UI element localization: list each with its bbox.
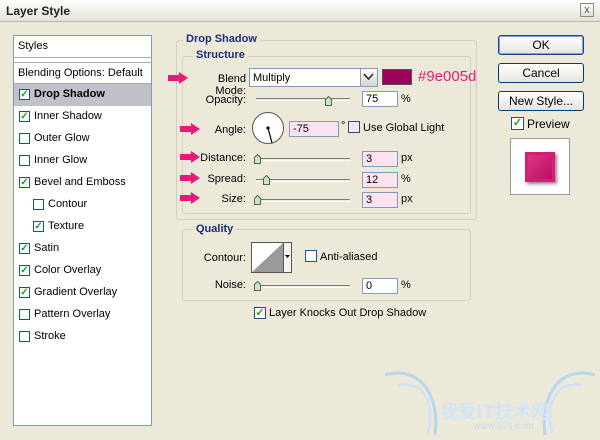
noise-input[interactable]: 0	[362, 278, 398, 294]
preview-box	[510, 138, 570, 195]
style-item-contour[interactable]: Contour	[14, 194, 151, 216]
distance-slider-track[interactable]	[256, 158, 350, 161]
size-slider-thumb-icon[interactable]	[254, 195, 261, 205]
style-item-label: Inner Shadow	[34, 110, 102, 122]
noise-label: Noise:	[214, 279, 246, 291]
shadow-color-swatch[interactable]	[382, 69, 412, 85]
style-checkbox[interactable]: ✓	[19, 243, 30, 254]
style-item-bevel-and-emboss[interactable]: ✓ Bevel and Emboss	[14, 172, 151, 194]
style-item-stroke[interactable]: Stroke	[14, 326, 151, 348]
angle-unit: °	[341, 120, 346, 132]
style-item-label: Gradient Overlay	[34, 286, 118, 298]
style-checkbox[interactable]	[19, 133, 30, 144]
distance-label: Distance:	[200, 152, 246, 164]
contour-picker[interactable]	[251, 242, 292, 273]
knocks-out-label: Layer Knocks Out Drop Shadow	[269, 307, 427, 319]
style-item-pattern-overlay[interactable]: Pattern Overlay	[14, 304, 151, 326]
noise-unit: %	[401, 279, 411, 291]
distance-slider-thumb-icon[interactable]	[254, 154, 261, 164]
preview-checkbox[interactable]: ✓	[511, 117, 524, 130]
drop-shadow-title: Drop Shadow	[183, 33, 260, 45]
opacity-input[interactable]: 75	[362, 91, 398, 107]
style-checkbox[interactable]: ✓	[19, 287, 30, 298]
size-slider-track[interactable]	[256, 199, 350, 202]
styles-list-panel: Styles Blending Options: Default ✓ Drop S…	[13, 35, 152, 426]
use-global-light-checkbox[interactable]	[348, 121, 360, 133]
opacity-unit: %	[401, 93, 411, 105]
style-checkbox[interactable]: ✓	[19, 89, 30, 100]
size-input[interactable]: 3	[362, 192, 398, 208]
style-item-label: Outer Glow	[34, 132, 90, 144]
preview-label: Preview	[527, 117, 570, 131]
angle-input[interactable]: -75	[289, 121, 339, 137]
blend-mode-select[interactable]: Multiply	[249, 68, 378, 87]
style-checkbox[interactable]	[19, 331, 30, 342]
blend-mode-value: Multiply	[253, 72, 291, 84]
size-unit: px	[401, 193, 413, 205]
spread-unit: %	[401, 173, 411, 185]
style-item-inner-shadow[interactable]: ✓ Inner Shadow	[14, 106, 151, 128]
close-button[interactable]: x	[580, 3, 594, 17]
style-checkbox[interactable]: ✓	[33, 221, 44, 232]
opacity-slider-thumb-icon[interactable]	[325, 96, 332, 106]
annotation-arrow-icon	[168, 72, 188, 84]
style-checkbox[interactable]: ✓	[19, 111, 30, 122]
size-label: Size:	[221, 193, 246, 205]
style-item-label: Pattern Overlay	[34, 308, 111, 320]
spread-slider-thumb-icon[interactable]	[263, 175, 270, 185]
style-item-label: Inner Glow	[34, 154, 88, 166]
distance-input[interactable]: 3	[362, 151, 398, 167]
noise-slider-thumb-icon[interactable]	[254, 281, 261, 291]
blending-options-item[interactable]: Blending Options: Default	[14, 62, 151, 84]
style-item-label: Color Overlay	[34, 264, 102, 276]
styles-header[interactable]: Styles	[14, 36, 151, 58]
opacity-slider-track[interactable]	[256, 98, 350, 101]
spread-input[interactable]: 12	[362, 172, 398, 188]
layer-style-dialog: Layer Style x Styles Blending Options: D…	[0, 0, 600, 440]
style-item-label: Bevel and Emboss	[34, 176, 126, 188]
style-item-label: Texture	[48, 220, 85, 232]
style-checkbox[interactable]	[19, 309, 30, 320]
style-item-inner-glow[interactable]: Inner Glow	[14, 150, 151, 172]
distance-unit: px	[401, 152, 413, 164]
window-title: Layer Style	[6, 4, 71, 18]
style-item-outer-glow[interactable]: Outer Glow	[14, 128, 151, 150]
color-annotation: #9e005d	[418, 68, 477, 85]
style-item-satin[interactable]: ✓ Satin	[14, 238, 151, 260]
style-item-label: Stroke	[34, 330, 66, 342]
style-item-drop-shadow[interactable]: ✓ Drop Shadow	[14, 84, 151, 106]
style-checkbox[interactable]	[19, 155, 30, 166]
style-item-label: Contour	[48, 198, 88, 210]
watermark-url: www.52ij.com	[473, 421, 535, 432]
style-item-texture[interactable]: ✓ Texture	[14, 216, 151, 238]
preview-swatch	[525, 152, 555, 182]
dropdown-arrow-button[interactable]	[360, 69, 377, 86]
use-global-light-label: Use Global Light	[363, 122, 445, 134]
anti-aliased-checkbox[interactable]	[305, 250, 317, 262]
style-item-color-overlay[interactable]: ✓ Color Overlay	[14, 260, 151, 282]
chevron-down-icon	[363, 73, 374, 81]
angle-label: Angle:	[214, 124, 246, 136]
noise-slider-track[interactable]	[256, 285, 350, 288]
style-checkbox[interactable]	[33, 199, 44, 210]
style-item-label: Drop Shadow	[34, 88, 105, 100]
spread-label: Spread:	[207, 173, 246, 185]
knocks-out-checkbox[interactable]: ✓	[254, 307, 266, 319]
anti-aliased-label: Anti-aliased	[320, 251, 378, 263]
style-item-gradient-overlay[interactable]: ✓ Gradient Overlay	[14, 282, 151, 304]
structure-title: Structure	[193, 49, 248, 61]
cancel-button[interactable]: Cancel	[498, 63, 584, 83]
style-checkbox[interactable]: ✓	[19, 177, 30, 188]
angle-dial[interactable]	[251, 111, 285, 145]
quality-title: Quality	[193, 223, 237, 235]
new-style-button[interactable]: New Style...	[498, 91, 584, 111]
spread-slider-track[interactable]	[256, 179, 350, 182]
style-checkbox[interactable]: ✓	[19, 265, 30, 276]
title-bar: Layer Style x	[0, 0, 600, 22]
style-item-label: Satin	[34, 242, 60, 254]
opacity-label: Opacity:	[205, 94, 246, 106]
ok-button[interactable]: OK	[498, 35, 584, 55]
contour-label: Contour:	[203, 252, 246, 264]
